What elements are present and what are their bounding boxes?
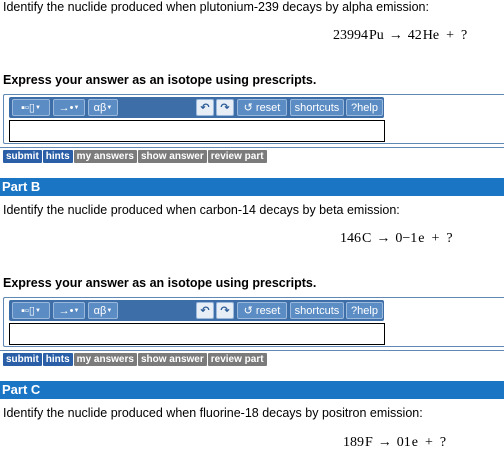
review-part-button[interactable]: review part: [207, 353, 267, 366]
templates-button[interactable]: ▪▫▯▼: [12, 99, 50, 116]
reactant-nuclide: 146 C: [340, 231, 371, 247]
part-b-answer-editor: ▪▫▯▼ →•▼ αβ▼ ↶ ↷ ↺ reset shortcuts ?help: [3, 297, 504, 347]
submit-button[interactable]: submit: [3, 353, 42, 366]
part-a-question: Identify the nuclide produced when pluto…: [3, 0, 429, 14]
part-a-action-buttons: submit hints my answers show answer revi…: [3, 150, 267, 163]
product-symbol: e: [411, 435, 419, 450]
part-a-equation: 23994 Pu → 42 He +?: [333, 28, 467, 44]
product-atomic-number: 2: [414, 28, 422, 43]
reset-button[interactable]: ↺ reset: [237, 99, 287, 116]
part-a-instructions: Express your answer as an isotope using …: [3, 73, 317, 87]
hints-button[interactable]: hints: [42, 353, 73, 366]
editor-toolbar: ▪▫▯▼ →•▼ αβ▼ ↶ ↷ ↺ reset shortcuts ?help: [9, 300, 384, 321]
redo-button[interactable]: ↷: [216, 99, 234, 116]
reaction-arrow: →: [377, 435, 392, 450]
product-symbol: e: [418, 231, 425, 246]
product-nuclide: 0−1 e: [395, 231, 424, 247]
product-mass-number: 4: [407, 28, 415, 43]
plus-sign: +: [431, 231, 440, 246]
reaction-arrow: →: [376, 231, 391, 246]
review-part-button[interactable]: review part: [207, 150, 267, 163]
my-answers-button[interactable]: my answers: [73, 150, 137, 163]
part-b-question: Identify the nuclide produced when carbo…: [3, 203, 400, 217]
undo-icon: ↶: [200, 305, 210, 317]
part-b-action-buttons: submit hints my answers show answer revi…: [3, 353, 267, 366]
reset-icon: ↺: [243, 102, 253, 114]
hints-button[interactable]: hints: [42, 150, 73, 163]
my-answers-button[interactable]: my answers: [73, 353, 137, 366]
reaction-arrow: →: [388, 28, 403, 43]
product-atomic-number: −1: [402, 231, 418, 246]
product-atomic-number: 1: [403, 435, 411, 450]
reactant-atomic-number: 9: [357, 435, 364, 450]
unknown-product: ?: [461, 28, 468, 43]
reactant-mass-number: 18: [343, 435, 357, 450]
reset-button[interactable]: ↺ reset: [237, 302, 287, 319]
part-c-header: Part C: [0, 381, 504, 399]
greek-letters-button[interactable]: αβ▼: [88, 302, 118, 319]
templates-icon: ▪▫▯: [21, 102, 35, 114]
redo-icon: ↷: [220, 102, 230, 114]
greek-letters-button[interactable]: αβ▼: [88, 99, 118, 116]
part-b-instructions: Express your answer as an isotope using …: [3, 276, 317, 290]
part-c-equation: 189 F → 01 e +?: [343, 435, 446, 451]
shortcuts-button[interactable]: shortcuts: [290, 99, 344, 116]
show-answer-button[interactable]: show answer: [137, 150, 207, 163]
submit-button[interactable]: submit: [3, 150, 42, 163]
reactant-nuclide: 23994 Pu: [333, 28, 384, 44]
answer-input[interactable]: [9, 120, 385, 142]
templates-button[interactable]: ▪▫▯▼: [12, 302, 50, 319]
undo-button[interactable]: ↶: [196, 99, 214, 116]
reactant-nuclide: 189 F: [343, 435, 373, 451]
reactant-symbol: Pu: [369, 28, 384, 43]
reactant-atomic-number: 6: [354, 231, 361, 246]
redo-icon: ↷: [220, 305, 230, 317]
plus-sign: +: [446, 28, 455, 43]
undo-button[interactable]: ↶: [196, 302, 214, 319]
show-answer-button[interactable]: show answer: [137, 353, 207, 366]
product-nuclide: 01 e: [397, 435, 418, 451]
part-c-question: Identify the nuclide produced when fluor…: [3, 406, 423, 420]
arrows-button[interactable]: →•▼: [53, 302, 85, 319]
part-b-equation: 146 C → 0−1 e +?: [340, 231, 453, 247]
plus-sign: +: [425, 435, 433, 450]
product-nuclide: 42 He: [408, 28, 439, 44]
reset-icon: ↺: [243, 305, 253, 317]
product-mass-number: 0: [396, 435, 404, 450]
part-a-answer-editor: ▪▫▯▼ →•▼ αβ▼ ↶ ↷ ↺ reset shortcuts ?help: [3, 94, 504, 144]
reactant-atomic-number: 94: [354, 28, 368, 43]
part-a-divider: [0, 147, 504, 148]
reactant-mass-number: 239: [333, 28, 354, 43]
arrows-button[interactable]: →•▼: [53, 99, 85, 116]
editor-toolbar: ▪▫▯▼ →•▼ αβ▼ ↶ ↷ ↺ reset shortcuts ?help: [9, 97, 384, 118]
undo-icon: ↶: [200, 102, 210, 114]
redo-button[interactable]: ↷: [216, 302, 234, 319]
reactant-symbol: F: [365, 435, 373, 450]
unknown-product: ?: [446, 231, 453, 246]
unknown-product: ?: [439, 435, 447, 450]
shortcuts-button[interactable]: shortcuts: [290, 302, 344, 319]
help-button[interactable]: ?help: [346, 99, 383, 116]
part-b-divider: [0, 350, 504, 351]
templates-icon: ▪▫▯: [21, 305, 35, 317]
part-b-header: Part B: [0, 178, 504, 196]
reactant-symbol: C: [362, 231, 372, 246]
answer-input[interactable]: [9, 323, 385, 345]
product-symbol: He: [422, 28, 440, 43]
help-button[interactable]: ?help: [346, 302, 383, 319]
reactant-mass-number: 14: [340, 231, 354, 246]
